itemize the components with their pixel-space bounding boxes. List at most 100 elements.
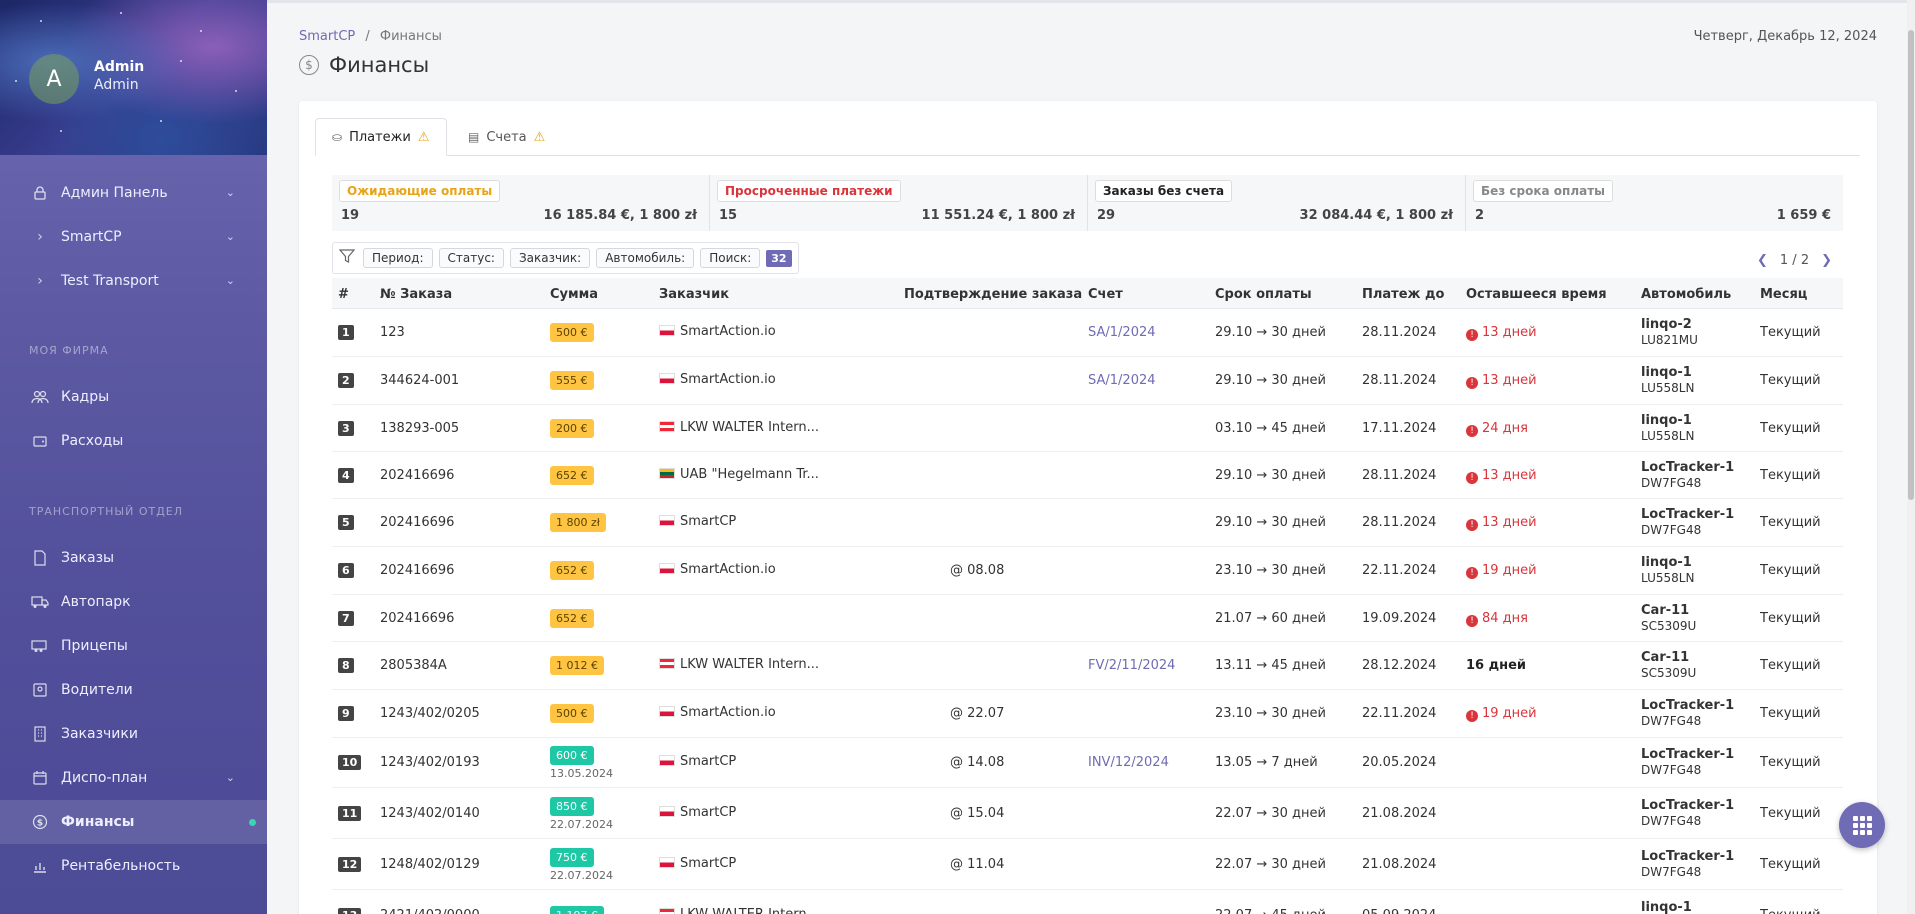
filter-status[interactable]: Статус: [438, 248, 504, 268]
order-number[interactable]: 1243/402/0193 [380, 755, 480, 770]
next-page-button[interactable]: ❯ [1821, 253, 1832, 268]
vehicle-cell[interactable]: linqo-1 LU558LN [1641, 413, 1694, 443]
customer-cell[interactable]: SmartAction.io [659, 324, 776, 339]
sidebar-item-trailers[interactable]: Прицепы [0, 624, 267, 668]
order-number[interactable]: 2421/402/0000 [380, 908, 480, 914]
amount-badge[interactable]: 652 € [550, 561, 594, 580]
vehicle-cell[interactable]: LocTracker-1 DW7FG48 [1641, 798, 1734, 828]
sidebar-item-orders[interactable]: Заказы [0, 536, 267, 580]
col-header[interactable]: Автомобиль [1641, 287, 1731, 302]
filter-vehicle[interactable]: Автомобиль: [596, 248, 695, 268]
order-confirmation[interactable]: @ 15.04 [950, 806, 1004, 821]
sidebar-item-admin-panel[interactable]: Админ Панель ⌄ [0, 171, 267, 215]
invoice-link[interactable]: SA/1/2024 [1088, 325, 1156, 340]
table-row[interactable]: 9 1243/402/0205 500 € SmartAction.io @ 22.07… [332, 690, 1843, 738]
vehicle-cell[interactable]: LocTracker-1 DW7FG48 [1641, 698, 1734, 728]
customer-cell[interactable]: SmartAction.io [659, 562, 776, 577]
amount-badge[interactable]: 600 € [550, 746, 594, 765]
order-number[interactable]: 123 [380, 325, 405, 340]
order-number[interactable]: 344624-001 [380, 373, 459, 388]
order-number[interactable]: 1243/402/0205 [380, 706, 480, 721]
order-number[interactable]: 2805384A [380, 658, 447, 673]
order-confirmation[interactable]: @ 11.04 [950, 857, 1004, 872]
customer-cell[interactable]: UAB "Hegelmann Tr... [659, 467, 819, 482]
col-header[interactable]: Подтверждение заказа [904, 287, 1082, 302]
filter-icon[interactable] [338, 249, 356, 267]
sidebar-item-profitability[interactable]: Рентабельность [0, 844, 267, 888]
stat-pending[interactable]: Ожидающие оплаты 19 16 185.84 €, 1 800 z… [332, 175, 710, 231]
invoice-link[interactable]: SA/1/2024 [1088, 373, 1156, 388]
table-row[interactable]: 6 202416696 652 € SmartAction.io @ 08.08 23.1… [332, 547, 1843, 595]
filter-customer[interactable]: Заказчик: [509, 248, 591, 268]
filter-search[interactable]: Поиск: [700, 248, 761, 268]
vehicle-cell[interactable]: linqo-1 LU558LN [1641, 555, 1694, 585]
col-header[interactable]: Месяц [1760, 287, 1807, 302]
tab-invoices[interactable]: ▤ Счета ⚠ [452, 118, 561, 156]
stat-no-invoice[interactable]: Заказы без счета 29 32 084.44 €, 1 800 z… [1088, 175, 1466, 231]
vehicle-cell[interactable]: Car-11 SC5309U [1641, 650, 1696, 680]
vehicle-cell[interactable]: LocTracker-1 DW7FG48 [1641, 747, 1734, 777]
col-header[interactable]: Счет [1088, 287, 1123, 302]
order-confirmation[interactable]: @ 08.08 [950, 563, 1004, 578]
breadcrumb-home-link[interactable]: SmartCP [299, 29, 355, 44]
table-row[interactable]: 8 2805384A 1 012 € LKW WALTER Intern... FV/2… [332, 642, 1843, 690]
sidebar-item-fleet[interactable]: Автопарк [0, 580, 267, 624]
order-number[interactable]: 1248/402/0129 [380, 857, 480, 872]
amount-badge[interactable]: 750 € [550, 848, 594, 867]
customer-cell[interactable]: SmartAction.io [659, 372, 776, 387]
filter-period[interactable]: Период: [363, 248, 433, 268]
table-row[interactable]: 1 123 500 € SmartAction.io SA/1/2024 29.10 → … [332, 309, 1843, 357]
page-scrollbar[interactable] [1907, 0, 1915, 914]
col-header[interactable]: № Заказа [380, 287, 452, 302]
customer-cell[interactable]: SmartCP [659, 805, 736, 820]
order-number[interactable]: 202416696 [380, 563, 454, 578]
table-row[interactable]: 2 344624-001 555 € SmartAction.io SA/1/2024 2… [332, 357, 1843, 405]
avatar[interactable]: A [29, 54, 79, 104]
sidebar-item-drivers[interactable]: Водители [0, 668, 267, 712]
order-number[interactable]: 1243/402/0140 [380, 806, 480, 821]
sidebar-item-staff[interactable]: Кадры [0, 375, 267, 419]
amount-badge[interactable]: 200 € [550, 419, 594, 438]
stat-overdue[interactable]: Просроченные платежи 15 11 551.24 €, 1 8… [710, 175, 1088, 231]
table-row[interactable]: 10 1243/402/0193 600 € 13.05.2024 SmartCP @ 1… [332, 738, 1843, 788]
customer-cell[interactable]: LKW WALTER Intern... [659, 420, 819, 435]
customer-cell[interactable]: LKW WALTER Intern... [659, 657, 819, 672]
vehicle-cell[interactable]: linqo-1 LU558LN [1641, 365, 1694, 395]
invoice-link[interactable]: FV/2/11/2024 [1088, 658, 1175, 673]
vehicle-cell[interactable]: LocTracker-1 DW7FG48 [1641, 507, 1734, 537]
vehicle-cell[interactable]: LocTracker-1 DW7FG48 [1641, 460, 1734, 490]
sidebar-item-dispo-plan[interactable]: Диспо-план ⌄ [0, 756, 267, 800]
customer-cell[interactable]: LKW WALTER Intern... [659, 907, 819, 914]
amount-badge[interactable]: 1 012 € [550, 656, 604, 675]
order-confirmation[interactable]: @ 22.07 [950, 706, 1004, 721]
sidebar-item-finance[interactable]: $ Финансы [0, 800, 267, 844]
vehicle-cell[interactable]: LocTracker-1 DW7FG48 [1641, 849, 1734, 879]
col-header[interactable]: Платеж до [1362, 287, 1444, 302]
table-row[interactable]: 13 2421/402/0000 1 197 € LKW WALTER Intern.… [332, 890, 1843, 914]
customer-cell[interactable]: SmartCP [659, 514, 736, 529]
col-header[interactable]: Срок оплаты [1215, 287, 1312, 302]
tab-payments[interactable]: ⛀ Платежи ⚠ [315, 118, 447, 156]
table-row[interactable]: 4 202416696 652 € UAB "Hegelmann Tr... 29.10… [332, 452, 1843, 499]
customer-cell[interactable]: SmartCP [659, 754, 736, 769]
table-row[interactable]: 3 138293-005 200 € LKW WALTER Intern... 03.1… [332, 405, 1843, 452]
apps-menu-button[interactable] [1839, 802, 1885, 848]
customer-cell[interactable]: SmartCP [659, 856, 736, 871]
amount-badge[interactable]: 1 197 € [550, 906, 604, 914]
sidebar-item-expenses[interactable]: Расходы [0, 419, 267, 463]
amount-badge[interactable]: 850 € [550, 797, 594, 816]
amount-badge[interactable]: 555 € [550, 371, 594, 390]
order-confirmation[interactable]: @ 14.08 [950, 755, 1004, 770]
amount-badge[interactable]: 652 € [550, 609, 594, 628]
vehicle-cell[interactable]: linqo-1 [1641, 900, 1692, 914]
col-header[interactable]: # [338, 287, 349, 302]
vehicle-cell[interactable]: Car-11 SC5309U [1641, 603, 1696, 633]
customer-cell[interactable]: SmartAction.io [659, 705, 776, 720]
prev-page-button[interactable]: ❮ [1757, 253, 1768, 268]
sidebar-item-smartcp[interactable]: › SmartCP ⌄ [0, 215, 267, 259]
invoice-link[interactable]: INV/12/2024 [1088, 755, 1169, 770]
table-row[interactable]: 5 202416696 1 800 zł SmartCP 29.10 → 30 дней… [332, 499, 1843, 547]
table-row[interactable]: 12 1248/402/0129 750 € 22.07.2024 SmartCP @ 1… [332, 839, 1843, 890]
scrollbar-thumb[interactable] [1908, 30, 1914, 500]
col-header[interactable]: Сумма [550, 287, 598, 302]
